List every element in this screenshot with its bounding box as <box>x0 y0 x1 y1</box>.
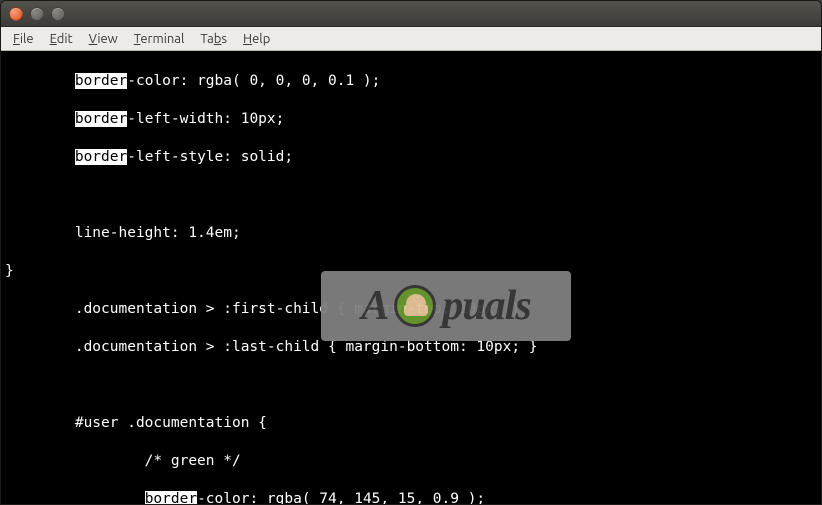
menu-view[interactable]: View <box>81 30 126 48</box>
code-line: line-height: 1.4em; <box>5 224 817 243</box>
search-highlight: border <box>145 491 197 504</box>
minimize-icon[interactable] <box>30 7 44 21</box>
code-line: border-color: rgba( 0, 0, 0, 0.1 ); <box>5 72 817 91</box>
close-icon[interactable] <box>9 7 23 21</box>
watermark-text-prefix: A <box>361 297 388 316</box>
window-titlebar[interactable] <box>1 1 821 27</box>
terminal-content[interactable]: border-color: rgba( 0, 0, 0, 0.1 ); bord… <box>1 51 821 504</box>
watermark-text-suffix: puals <box>442 297 530 316</box>
search-highlight: border <box>75 111 127 127</box>
code-line: border-color: rgba( 74, 145, 15, 0.9 ); <box>5 490 817 504</box>
menu-edit[interactable]: Edit <box>42 30 81 48</box>
watermark-badge: A puals <box>321 271 571 341</box>
code-line: border-left-style: solid; <box>5 148 817 167</box>
menu-terminal[interactable]: Terminal <box>126 30 193 48</box>
code-line <box>5 186 817 205</box>
menu-tabs[interactable]: Tabs <box>192 30 235 48</box>
menu-file[interactable]: File <box>5 30 42 48</box>
menubar: File Edit View Terminal Tabs Help <box>1 27 821 51</box>
search-highlight: border <box>75 73 127 89</box>
code-line: border-left-width: 10px; <box>5 110 817 129</box>
menu-help[interactable]: Help <box>235 30 278 48</box>
code-line: /* green */ <box>5 452 817 471</box>
terminal-window: File Edit View Terminal Tabs Help border… <box>0 0 822 505</box>
maximize-icon[interactable] <box>51 7 65 21</box>
code-line <box>5 376 817 395</box>
search-highlight: border <box>75 149 127 165</box>
code-line: #user .documentation { <box>5 414 817 433</box>
watermark-logo-icon <box>394 285 436 327</box>
